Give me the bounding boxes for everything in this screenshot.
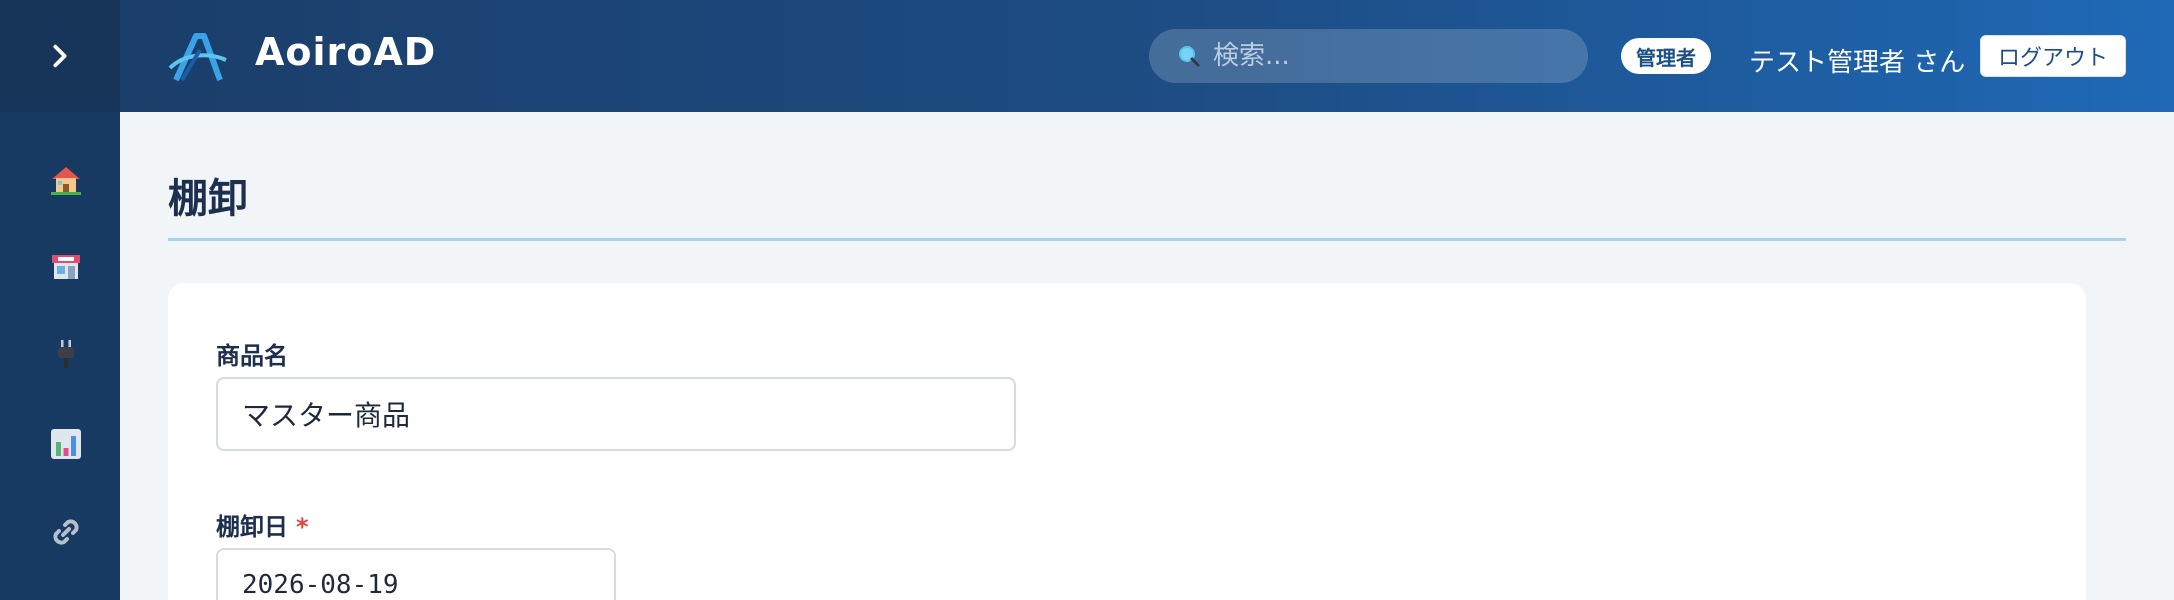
- sidebar: [0, 0, 120, 600]
- search-box[interactable]: [1149, 29, 1588, 83]
- link-icon: [53, 519, 79, 545]
- brand-name: AoiroAD: [255, 30, 437, 74]
- sidebar-item-links[interactable]: [44, 510, 88, 554]
- inventory-form-card: 商品名 マスター商品 棚卸日 * 2026-08-19: [168, 283, 2086, 600]
- inventory-date-label: 棚卸日 *: [216, 507, 309, 542]
- inventory-date-label-text: 棚卸日: [216, 513, 288, 541]
- plug-icon: [58, 340, 74, 368]
- required-mark: *: [296, 513, 309, 541]
- sidebar-item-home[interactable]: [44, 158, 88, 202]
- user-name: テスト管理者 さん: [1749, 48, 1966, 78]
- product-name-label-text: 商品名: [216, 342, 288, 370]
- search-input[interactable]: [1213, 41, 1553, 71]
- bar-chart-icon: [51, 429, 81, 459]
- product-name-label: 商品名: [216, 336, 288, 371]
- logout-button[interactable]: ログアウト: [1980, 35, 2126, 77]
- sidebar-toggle-button[interactable]: [0, 0, 120, 112]
- sidebar-item-store[interactable]: [44, 244, 88, 288]
- inventory-date-field[interactable]: 2026-08-19: [216, 548, 616, 600]
- page-title: 棚卸: [168, 176, 248, 222]
- top-header: AoiroAD 管理者 テスト管理者 さん ログアウト: [120, 0, 2174, 112]
- brand-logo: [168, 33, 227, 82]
- sidebar-item-analytics[interactable]: [44, 422, 88, 466]
- search-icon: [1179, 46, 1200, 67]
- store-icon: [52, 255, 80, 279]
- house-icon: [51, 167, 81, 195]
- role-badge: 管理者: [1621, 38, 1711, 74]
- sidebar-item-plug[interactable]: [44, 332, 88, 376]
- title-divider: [168, 238, 2126, 241]
- chevron-right-icon: [53, 44, 67, 68]
- product-name-field[interactable]: マスター商品: [216, 377, 1016, 451]
